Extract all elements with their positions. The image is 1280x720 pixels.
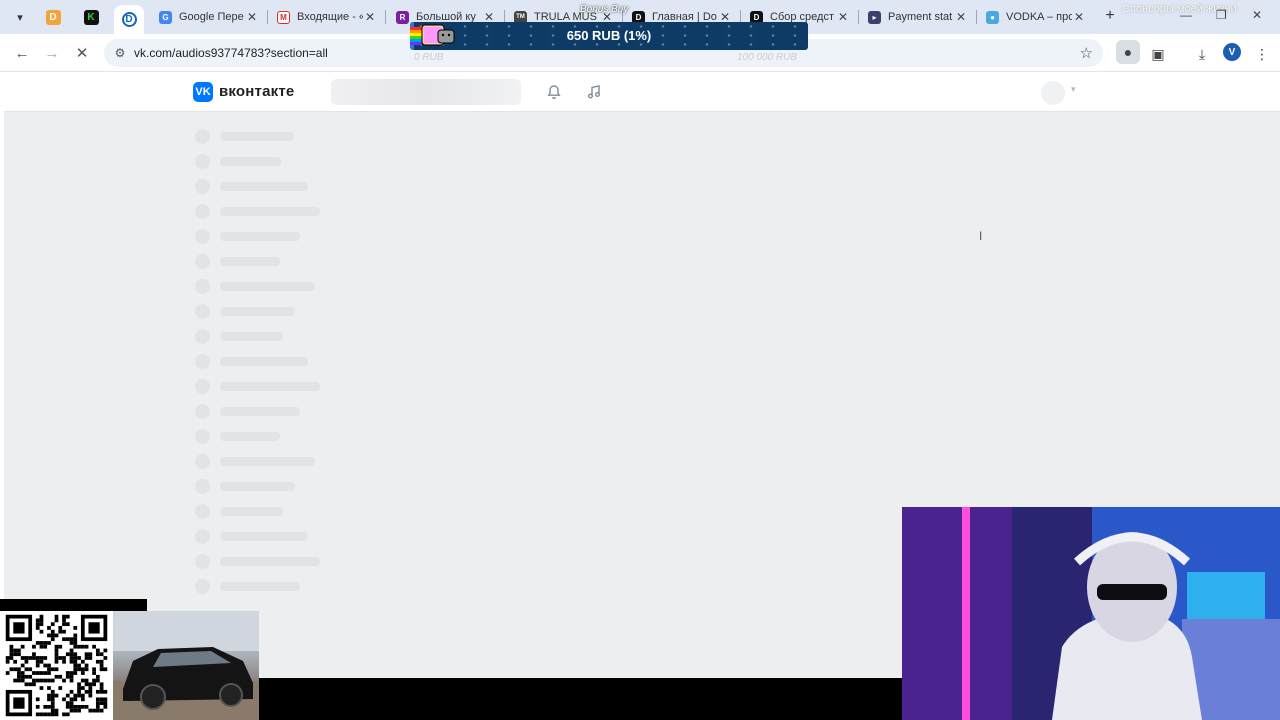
text-cursor-icon: I bbox=[979, 229, 983, 243]
vk-logo-icon[interactable]: VK bbox=[193, 82, 213, 102]
donation-goal-label: Bonus Buy bbox=[580, 4, 629, 15]
r-icon: R bbox=[396, 10, 409, 24]
close-icon[interactable]: ✕ bbox=[836, 10, 850, 24]
skeleton-icon bbox=[195, 254, 210, 269]
donation-min-label: 0 RUB bbox=[414, 52, 444, 63]
restore-icon[interactable]: ❐ bbox=[1216, 8, 1227, 22]
vodka-icon: ● bbox=[986, 10, 999, 24]
tab-search-chevron-icon[interactable]: ▾ bbox=[8, 6, 32, 28]
skeleton-icon bbox=[195, 229, 210, 244]
qr-code-icon bbox=[0, 611, 113, 720]
gmail-icon: M bbox=[277, 10, 290, 24]
pinned-tab-3-active[interactable]: D bbox=[114, 5, 144, 34]
tab-payment-status[interactable]: ▸ Payment stat ✕ bbox=[862, 5, 974, 29]
skeleton-icon bbox=[195, 129, 210, 144]
donation-max-label: 100 000 RUB bbox=[737, 52, 798, 63]
vk-header: VK вконтакте ▾ bbox=[4, 72, 1280, 112]
skeleton-label bbox=[220, 407, 300, 416]
close-icon[interactable]: ✕ bbox=[954, 10, 968, 24]
skeleton-label bbox=[220, 332, 283, 341]
music-note-icon[interactable] bbox=[584, 82, 604, 102]
window-close-icon[interactable]: ✕ bbox=[1252, 8, 1262, 22]
skeleton-icon bbox=[195, 379, 210, 394]
skeleton-label bbox=[220, 282, 315, 291]
car-photo bbox=[113, 611, 259, 720]
minimize-icon[interactable]: — bbox=[1180, 8, 1192, 22]
vk-brand-name[interactable]: вконтакте bbox=[219, 83, 294, 100]
skeleton-icon bbox=[195, 579, 210, 594]
skeleton-icon bbox=[195, 279, 210, 294]
tab-google-translate[interactable]: G Google Пере ✕ bbox=[153, 5, 265, 29]
nyan-cat-icon bbox=[410, 24, 455, 46]
tab-title: VODKA – про bbox=[1006, 11, 1072, 23]
new-tab-button[interactable]: + bbox=[1101, 7, 1119, 25]
skeleton-icon bbox=[195, 504, 210, 519]
pinned-tab-2[interactable]: K bbox=[76, 5, 106, 29]
skeleton-label bbox=[220, 182, 308, 191]
tab-vodka[interactable]: ● VODKA – про ✕ bbox=[980, 5, 1092, 29]
skeleton-icon bbox=[195, 429, 210, 444]
skeleton-label bbox=[220, 507, 283, 516]
skeleton-label bbox=[220, 257, 280, 266]
skeleton-icon bbox=[195, 479, 210, 494]
skeleton-label bbox=[220, 357, 308, 366]
payment-icon: ▸ bbox=[868, 10, 881, 24]
skeleton-label bbox=[220, 157, 281, 166]
profile-avatar[interactable]: V bbox=[1223, 43, 1241, 61]
skeleton-label bbox=[220, 482, 295, 491]
tab-title: Payment stat bbox=[888, 11, 953, 23]
skeleton-icon bbox=[195, 179, 210, 194]
donate-app-icon: D bbox=[121, 12, 137, 27]
bell-icon[interactable] bbox=[544, 82, 564, 102]
skeleton-icon bbox=[195, 354, 210, 369]
skeleton-label bbox=[220, 557, 320, 566]
donation-amount: 650 RUB (1%) bbox=[566, 28, 652, 43]
google-translate-icon: G bbox=[159, 10, 172, 24]
site-info-icon[interactable]: ⚙ bbox=[113, 46, 127, 60]
chevron-down-icon[interactable]: ▾ bbox=[1071, 84, 1076, 95]
stop-loading-icon[interactable]: ✕ bbox=[72, 43, 92, 63]
skeleton-icon bbox=[195, 554, 210, 569]
skeleton-icon bbox=[195, 454, 210, 469]
skeleton-label bbox=[220, 132, 294, 141]
pinned-tab-1[interactable]: D bbox=[38, 5, 68, 29]
vk-search-placeholder[interactable] bbox=[331, 79, 521, 105]
skeleton-icon bbox=[195, 329, 210, 344]
skeleton-label bbox=[220, 532, 308, 541]
skeleton-label bbox=[220, 457, 315, 466]
close-icon[interactable]: ✕ bbox=[245, 10, 259, 24]
skeleton-icon bbox=[195, 529, 210, 544]
skeleton-icon bbox=[195, 204, 210, 219]
translate-extension-icon[interactable]: ● bbox=[1116, 40, 1140, 64]
vk-user-avatar[interactable] bbox=[1041, 81, 1065, 105]
bookmark-star-icon[interactable]: ☆ bbox=[1080, 44, 1093, 62]
skeleton-icon bbox=[195, 404, 210, 419]
kebab-menu-icon[interactable]: ⋮ bbox=[1251, 43, 1273, 65]
skeleton-label bbox=[220, 232, 300, 241]
donation-progress-bar: 650 RUB (1%) bbox=[410, 22, 808, 50]
forward-arrow-icon[interactable]: → bbox=[42, 43, 62, 63]
close-icon[interactable]: ✕ bbox=[1072, 10, 1086, 24]
d-icon: D bbox=[45, 9, 61, 25]
extensions-puzzle-icon[interactable]: ▣ bbox=[1147, 43, 1169, 65]
skeleton-label bbox=[220, 432, 280, 441]
tab-title: Google Пере bbox=[179, 11, 244, 23]
webcam-feed bbox=[902, 507, 1280, 720]
skeleton-label bbox=[220, 307, 295, 316]
skeleton-label bbox=[220, 207, 320, 216]
tab-title: Входящие - « bbox=[297, 11, 363, 23]
skeleton-label bbox=[220, 582, 300, 591]
skeleton-label bbox=[220, 382, 320, 391]
download-icon[interactable]: ⤓ bbox=[1191, 43, 1213, 65]
tab-gmail[interactable]: M Входящие - « ✕ bbox=[271, 5, 383, 29]
skeleton-icon bbox=[195, 154, 210, 169]
skeleton-icon bbox=[195, 304, 210, 319]
back-arrow-icon[interactable]: ← bbox=[12, 43, 32, 63]
url-text[interactable]: vk.com/audios93774783?section=all bbox=[134, 46, 328, 60]
kick-icon: K bbox=[83, 9, 99, 25]
close-icon[interactable]: ✕ bbox=[363, 10, 377, 24]
